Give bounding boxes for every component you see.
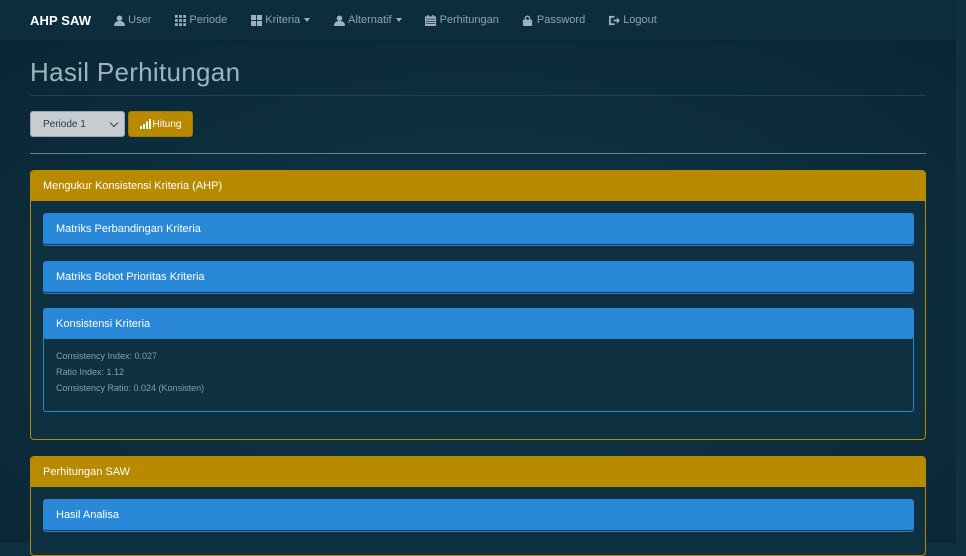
nav-item-logout[interactable]: Logout — [608, 14, 657, 26]
nav-menu: User Periode Kriteria Alternatif Perhitu… — [113, 14, 680, 26]
hitung-button-label: Hitung — [152, 118, 182, 130]
panel-ahp-heading: Mengukur Konsistensi Kriteria (AHP) — [31, 171, 925, 201]
title-divider — [30, 95, 926, 96]
panel-ahp: Mengukur Konsistensi Kriteria (AHP) Matr… — [30, 170, 926, 440]
chevron-down-icon — [109, 118, 119, 128]
panel-konsistensi: Konsistensi Kriteria Consistency Index: … — [43, 308, 914, 412]
periode-select-value: Periode 1 — [43, 118, 86, 130]
panel-konsistensi-heading[interactable]: Konsistensi Kriteria — [44, 309, 913, 339]
nav-item-periode[interactable]: Periode — [174, 14, 227, 26]
caret-down-icon — [395, 18, 402, 22]
logout-icon — [608, 14, 620, 26]
nav-item-label: Periode — [189, 14, 228, 26]
signal-icon — [139, 119, 151, 129]
panel-matriks-perbandingan-heading[interactable]: Matriks Perbandingan Kriteria — [44, 214, 913, 244]
lock-icon — [522, 14, 534, 26]
nav-item-password[interactable]: Password — [522, 14, 585, 26]
nav-item-label: Alternatif — [348, 14, 392, 26]
user-icon — [333, 14, 345, 26]
navbar: AHP SAW User Periode Kriteria Alternatif… — [0, 0, 956, 41]
calendar-icon — [425, 14, 437, 26]
table-icon — [250, 14, 262, 26]
panel-matriks-perbandingan[interactable]: Matriks Perbandingan Kriteria — [43, 213, 914, 246]
nav-item-label: Logout — [623, 14, 657, 26]
panel-saw: Perhitungan SAW Hasil Analisa — [30, 456, 926, 556]
panel-matriks-bobot[interactable]: Matriks Bobot Prioritas Kriteria — [43, 261, 914, 294]
nav-item-kriteria[interactable]: Kriteria — [250, 14, 311, 26]
panel-saw-heading: Perhitungan SAW — [31, 457, 925, 487]
nav-item-label: Password — [536, 14, 586, 26]
panel-hasil-analisa-heading[interactable]: Hasil Analisa — [44, 500, 913, 530]
brand[interactable]: AHP SAW — [30, 13, 91, 28]
section-divider — [30, 153, 926, 154]
grid-icon — [174, 14, 186, 26]
consistency-ratio: Consistency Ratio: 0.024 (Konsisten) — [56, 383, 205, 393]
periode-select[interactable]: Periode 1 — [30, 111, 125, 137]
hitung-button[interactable]: Hitung — [128, 111, 193, 137]
user-icon — [113, 14, 125, 26]
nav-item-perhitungan[interactable]: Perhitungan — [425, 14, 499, 26]
nav-item-alternatif[interactable]: Alternatif — [333, 14, 402, 26]
panel-hasil-analisa[interactable]: Hasil Analisa — [43, 499, 914, 532]
nav-item-label: Kriteria — [265, 14, 301, 26]
nav-item-label: User — [128, 14, 152, 26]
nav-item-label: Perhitungan — [439, 14, 499, 26]
nav-item-user[interactable]: User — [113, 14, 151, 26]
panel-matriks-bobot-heading[interactable]: Matriks Bobot Prioritas Kriteria — [44, 262, 913, 292]
consistency-index: Consistency Index: 0.027 — [56, 351, 158, 361]
page-title: Hasil Perhitungan — [30, 57, 241, 87]
konsistensi-body: Consistency Index: 0.027 Ratio Index: 1.… — [44, 339, 913, 396]
ratio-index: Ratio Index: 1.12 — [56, 367, 125, 377]
caret-down-icon — [304, 18, 311, 22]
